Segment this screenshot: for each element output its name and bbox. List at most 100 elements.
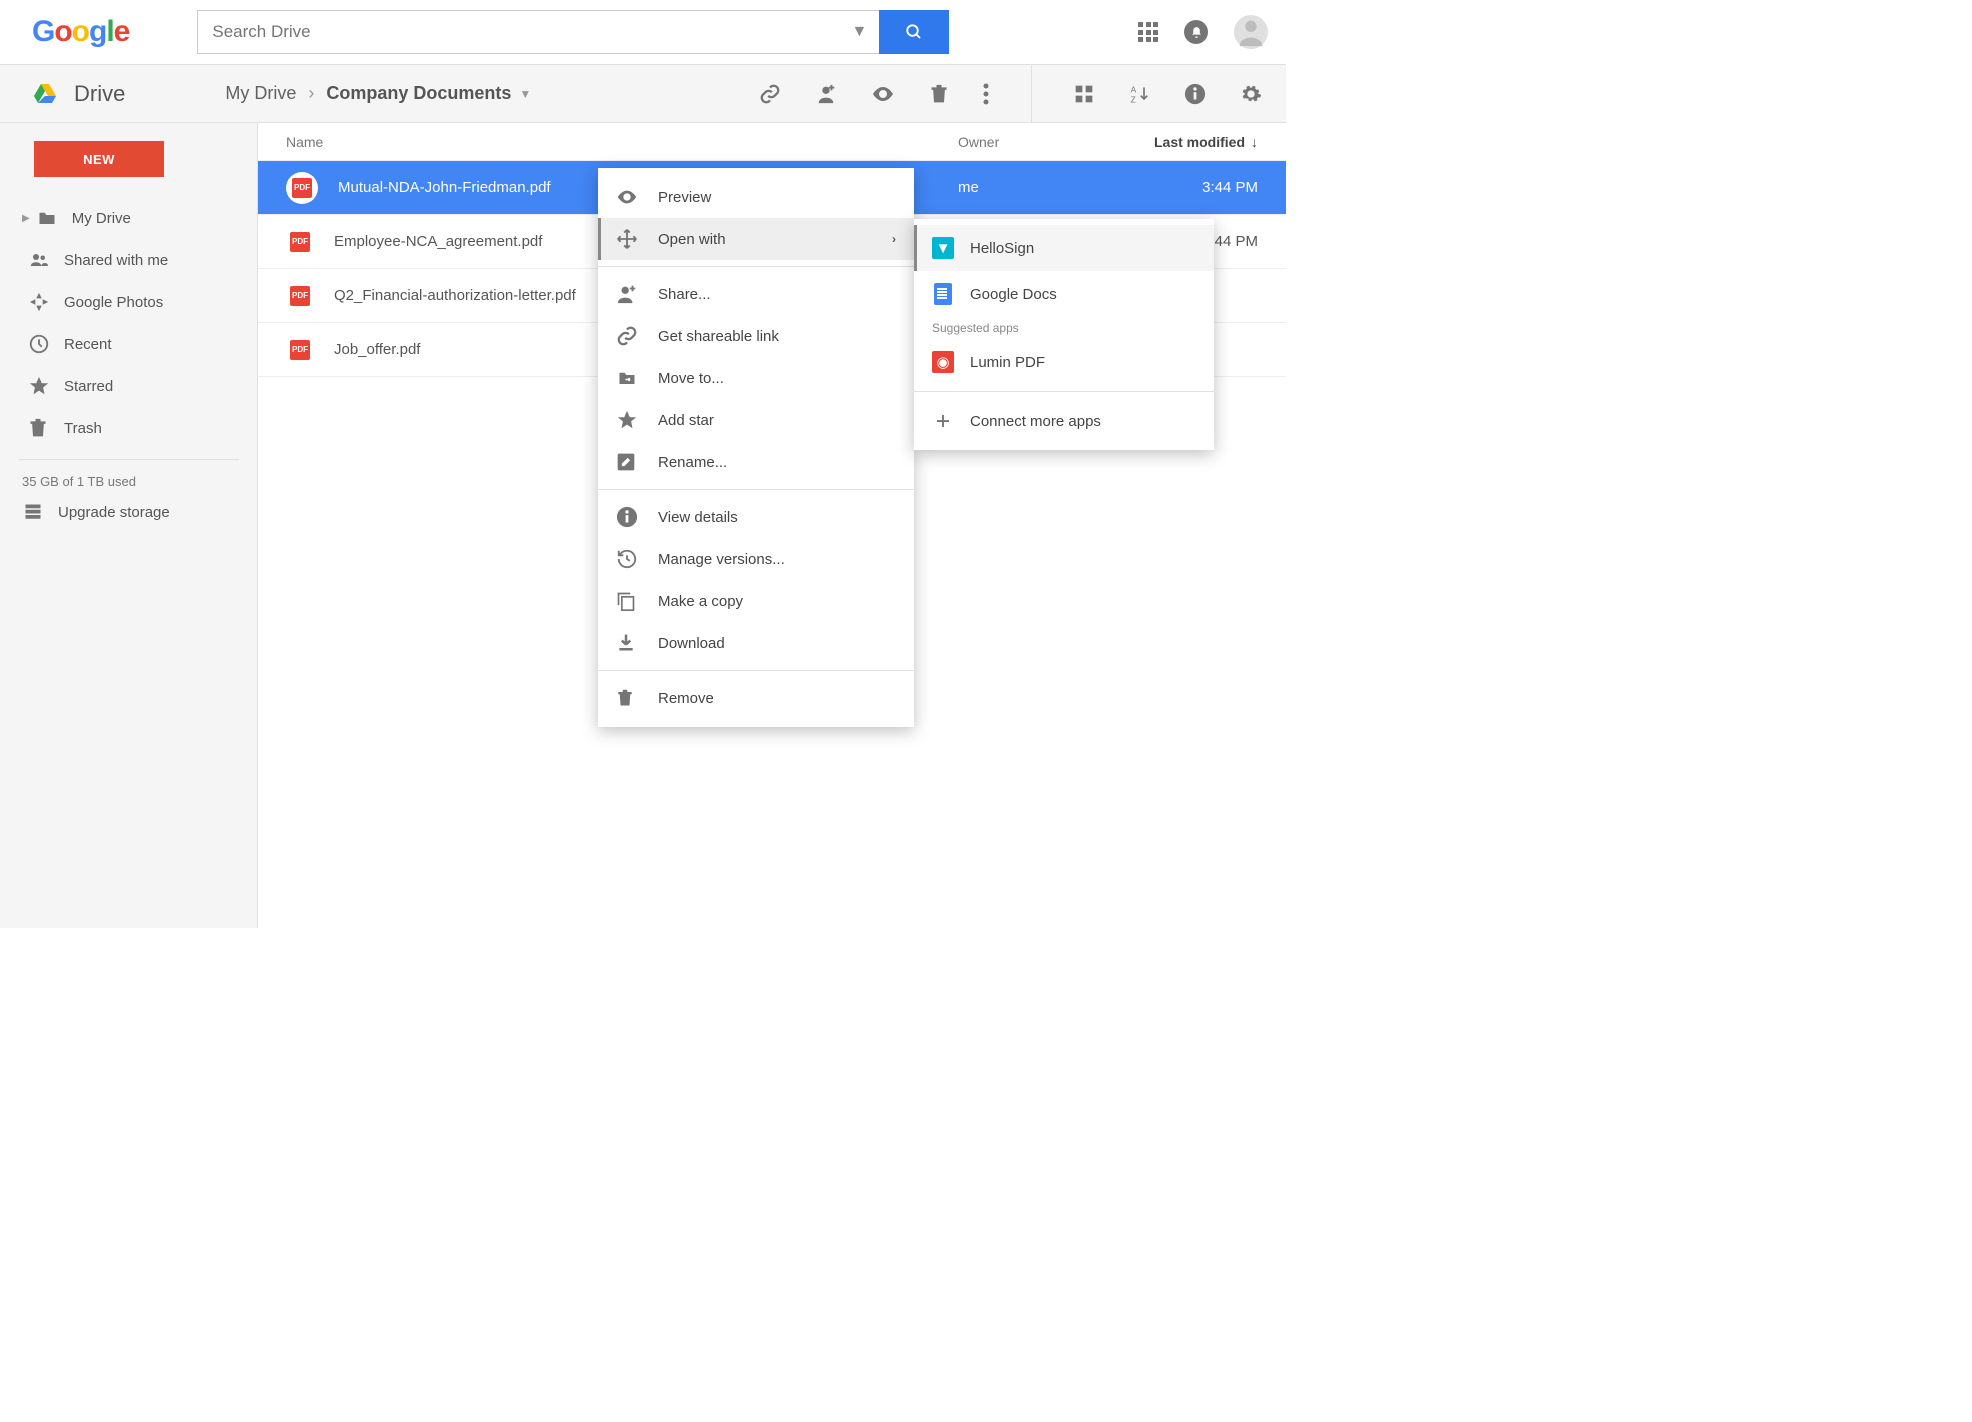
google-logo[interactable]: Google [32,15,129,49]
submenu-google-docs[interactable]: Google Docs [914,271,1214,317]
context-item-label: Remove [658,690,714,707]
sidebar-divider [18,459,239,460]
sidebar-item-trash[interactable]: Trash [0,407,257,449]
person-plus-icon [616,283,638,305]
column-name[interactable]: Name [286,134,958,150]
trash-icon [28,417,50,439]
column-modified-label: Last modified [1154,134,1245,150]
main: Name Owner Last modified ↓ PDF Mutual-ND… [258,123,1286,928]
settings-button[interactable] [1240,83,1262,105]
pdf-icon: PDF [286,172,318,204]
preview-button[interactable] [871,82,895,106]
submenu-divider [914,391,1214,392]
link-button[interactable] [759,83,781,105]
move-arrows-icon [616,228,638,250]
search-icon [905,23,923,41]
context-item-label: Add star [658,412,714,429]
svg-text:A: A [1131,84,1137,94]
column-owner[interactable]: Owner [958,134,1098,150]
googledocs-icon [932,283,954,305]
context-divider [598,266,914,267]
breadcrumb-separator-icon: › [308,83,314,104]
search-input[interactable] [198,22,839,42]
context-rename[interactable]: Rename... [598,441,914,483]
pdf-icon: PDF [286,336,314,364]
context-item-label: Preview [658,189,711,206]
context-item-label: Make a copy [658,593,743,610]
submenu-hellosign[interactable]: ▼ HelloSign [914,225,1214,271]
suggested-apps-label: Suggested apps [914,317,1214,339]
download-icon [616,632,638,654]
search-button[interactable] [879,10,949,54]
top-right [1138,15,1268,49]
pdf-icon: PDF [286,228,314,256]
user-icon [1234,15,1268,49]
breadcrumb-current[interactable]: Company Documents ▼ [326,83,531,104]
trash-button[interactable] [929,83,949,105]
topbar: Google ▼ [0,0,1286,65]
pdf-icon: PDF [286,282,314,310]
avatar[interactable] [1234,15,1268,49]
column-header: Name Owner Last modified ↓ [258,123,1286,161]
context-menu: Preview Open with › Share... Get shareab… [598,168,914,727]
context-download[interactable]: Download [598,622,914,664]
column-modified[interactable]: Last modified ↓ [1098,134,1258,150]
breadcrumb: My Drive › Company Documents ▼ [225,83,531,104]
context-move-to[interactable]: Move to... [598,357,914,399]
sort-button[interactable]: AZ [1128,84,1150,104]
sidebar-item-my-drive[interactable]: ▶ My Drive [0,197,257,239]
sidebar-item-photos[interactable]: Google Photos [0,281,257,323]
sidebar-item-label: Google Photos [64,294,163,311]
open-with-submenu: ▼ HelloSign Google Docs Suggested apps ◉… [914,219,1214,450]
context-share[interactable]: Share... [598,273,914,315]
upgrade-storage[interactable]: Upgrade storage [0,503,257,521]
upgrade-label: Upgrade storage [58,504,170,521]
star-icon [616,409,638,431]
share-person-button[interactable] [815,83,837,105]
breadcrumb-root[interactable]: My Drive [225,83,296,104]
context-preview[interactable]: Preview [598,176,914,218]
file-modified: 3:44 PM [1098,179,1258,196]
context-item-label: Move to... [658,370,724,387]
sidebar-item-starred[interactable]: Starred [0,365,257,407]
submenu-lumin-pdf[interactable]: ◉ Lumin PDF [914,339,1214,385]
plus-icon [932,410,954,432]
more-button[interactable] [983,83,989,105]
apps-icon[interactable] [1138,22,1158,42]
context-make-copy[interactable]: Make a copy [598,580,914,622]
search-dropdown-icon[interactable]: ▼ [840,23,880,41]
sidebar-item-label: Recent [64,336,112,353]
view-grid-button[interactable] [1074,84,1094,104]
context-divider [598,670,914,671]
sidebar-item-label: My Drive [72,210,131,227]
appbar: Drive My Drive › Company Documents ▼ AZ [0,65,1286,123]
edit-icon [616,452,638,472]
chevron-right-icon: › [892,232,896,246]
notifications-button[interactable] [1184,20,1208,44]
context-manage-versions[interactable]: Manage versions... [598,538,914,580]
sidebar-item-label: Shared with me [64,252,168,269]
context-view-details[interactable]: View details [598,496,914,538]
sidebar-item-recent[interactable]: Recent [0,323,257,365]
context-open-with[interactable]: Open with › [598,218,914,260]
context-add-star[interactable]: Add star [598,399,914,441]
submenu-item-label: Lumin PDF [970,354,1045,371]
info-button[interactable] [1184,83,1206,105]
context-remove[interactable]: Remove [598,677,914,719]
search-box[interactable]: ▼ [197,10,879,54]
context-item-label: Rename... [658,454,727,471]
hellosign-icon: ▼ [932,237,954,259]
link-icon [616,325,638,347]
people-icon [28,251,50,269]
submenu-connect-more[interactable]: Connect more apps [914,398,1214,444]
breadcrumb-current-label: Company Documents [326,83,511,104]
luminpdf-icon: ◉ [932,351,954,373]
context-shareable-link[interactable]: Get shareable link [598,315,914,357]
context-divider [598,489,914,490]
app-title: Drive [74,81,125,107]
sidebar-item-shared[interactable]: Shared with me [0,239,257,281]
new-button[interactable]: NEW [34,141,164,177]
sort-down-icon: ↓ [1251,134,1258,150]
submenu-item-label: Connect more apps [970,413,1101,430]
bell-icon [1190,26,1203,39]
